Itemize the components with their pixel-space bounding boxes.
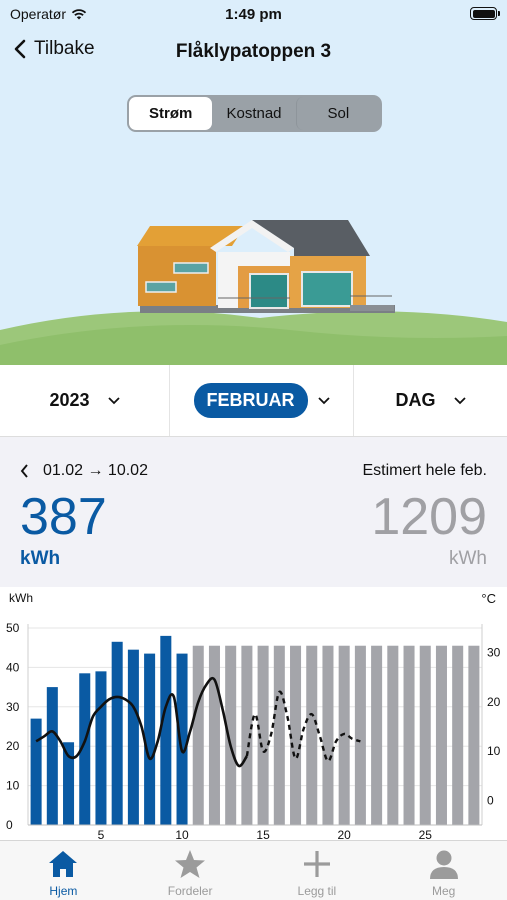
tab-label: Hjem [49, 884, 78, 898]
segmented-control: Strøm Kostnad Sol [127, 95, 382, 132]
bar-estimate [354, 645, 366, 825]
tab-hjem[interactable]: Hjem [0, 841, 127, 900]
bar-estimate [322, 645, 334, 825]
bar-estimate [387, 645, 399, 825]
bar-actual [160, 635, 172, 825]
tab-fordeler[interactable]: Fordeler [127, 841, 254, 900]
y-axis-label: kWh [9, 591, 33, 605]
date-range-navigator[interactable]: 01.02 → 10.02 [20, 462, 148, 480]
chevron-down-icon [453, 396, 466, 404]
segment-sol[interactable]: Sol [295, 97, 380, 130]
bar-estimate [192, 645, 204, 825]
y2-tick-label: 30 [487, 646, 501, 660]
current-consumption: 387 [20, 488, 107, 546]
status-time: 1:49 pm [225, 6, 282, 23]
bar-estimate [371, 645, 383, 825]
year-selector[interactable]: 2023 [0, 365, 170, 436]
estimate-label: Estimert hele feb. [362, 462, 488, 479]
bar-actual [95, 671, 107, 825]
tab-label: Meg [431, 884, 456, 898]
back-button[interactable]: Tilbake [14, 38, 95, 60]
home-icon [49, 851, 78, 877]
tab-label: Legg til [297, 884, 337, 898]
tab-bar: Hjem Fordeler Legg til Meg [0, 840, 507, 900]
current-unit: kWh [20, 548, 61, 569]
chevron-left-icon [14, 39, 26, 59]
y-tick-label: 10 [6, 779, 20, 793]
y2-tick-label: 10 [487, 744, 501, 758]
consumption-summary: 01.02 → 10.02 Estimert hele feb. 387 120… [0, 437, 507, 587]
y-tick-label: 20 [6, 739, 20, 753]
period-value: DAG [395, 390, 436, 410]
bar-estimate [435, 645, 447, 825]
chart-background [0, 587, 507, 840]
estimate-unit: kWh [449, 548, 487, 569]
y-tick-label: 30 [6, 700, 20, 714]
month-selector[interactable]: FEBRUAR [170, 365, 354, 436]
y2-axis-label: °C [481, 591, 496, 606]
period-selector[interactable]: DAG [354, 365, 507, 436]
year-value: 2023 [49, 390, 90, 410]
bar-estimate [273, 645, 285, 825]
hero-section: Operatør 1:49 pm Tilbake Flåklypatoppen … [0, 0, 507, 365]
chevron-left-icon [20, 464, 28, 478]
bar-estimate [306, 645, 318, 825]
tab-label: Fordeler [167, 884, 213, 898]
chevron-down-icon [317, 396, 330, 404]
back-label: Tilbake [34, 38, 95, 59]
status-bar: Operatør 1:49 pm [0, 0, 507, 30]
date-range: 01.02 → 10.02 [43, 462, 148, 479]
bar-estimate [338, 645, 350, 825]
battery-icon [470, 7, 500, 20]
tab-meg[interactable]: Meg [380, 841, 507, 900]
bar-estimate [452, 645, 464, 825]
segment-kostnad[interactable]: Kostnad [212, 97, 295, 130]
bar-estimate [468, 645, 480, 825]
bar-estimate [403, 645, 415, 825]
tab-legg-til[interactable]: Legg til [254, 841, 381, 900]
bar-estimate [419, 645, 431, 825]
y-tick-label: 50 [6, 621, 20, 635]
segment-strom[interactable]: Strøm [129, 97, 213, 130]
y-tick-label: 0 [6, 818, 13, 832]
y2-tick-label: 20 [487, 695, 501, 709]
house-illustration [0, 220, 507, 365]
bar-actual [127, 649, 139, 825]
plus-icon [303, 851, 330, 877]
y-tick-label: 40 [6, 660, 20, 674]
bar-actual [30, 718, 42, 825]
x-tick-label: 15 [256, 828, 270, 840]
bar-estimate [208, 645, 220, 825]
bar-actual [46, 687, 58, 825]
x-tick-label: 25 [419, 828, 433, 840]
period-selectors: 2023 FEBRUAR DAG [0, 365, 507, 437]
person-icon [429, 850, 458, 879]
x-tick-label: 10 [175, 828, 189, 840]
consumption-chart: kWh °C 0 10 20 30 40 50 0 10 20 30 5 10 15 20 25 [0, 587, 507, 840]
x-tick-label: 5 [98, 828, 105, 840]
bar-actual [176, 653, 188, 825]
month-value: FEBRUAR [193, 383, 308, 418]
bar-actual [111, 641, 123, 825]
star-icon [175, 850, 206, 878]
y2-tick-label: 0 [487, 793, 494, 807]
chevron-down-icon [107, 396, 120, 404]
x-tick-label: 20 [337, 828, 351, 840]
estimated-consumption: 1209 [371, 488, 487, 546]
